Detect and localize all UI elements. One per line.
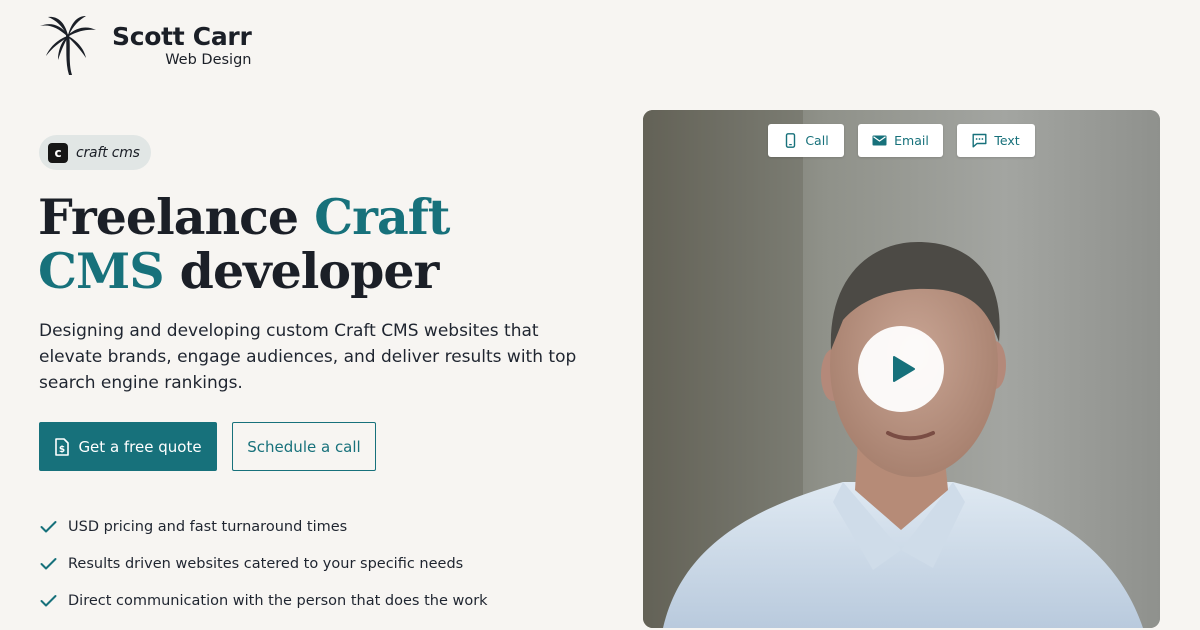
play-icon (892, 356, 915, 382)
badge-label: craft cms (76, 144, 140, 161)
headline-part1: Freelance (38, 188, 315, 246)
envelope-icon (872, 135, 887, 146)
checkmark-icon (40, 594, 57, 606)
hero-subtitle: Designing and developing custom Craft CM… (39, 321, 577, 393)
brand-name: Scott Carr (112, 22, 252, 51)
email-button[interactable]: Email (858, 124, 943, 157)
text-button[interactable]: Text (957, 124, 1035, 157)
chat-bubble-icon (972, 133, 987, 148)
call-label: Call (805, 133, 829, 148)
play-button[interactable] (858, 326, 944, 412)
dollar-document-icon: $ (55, 437, 70, 456)
list-item: USD pricing and fast turnaround times (40, 508, 488, 545)
headline-part2: developer (163, 242, 440, 300)
list-item: Results driven websites catered to your … (40, 545, 488, 582)
svg-text:$: $ (59, 445, 65, 455)
checklist-text: Direct communication with the person tha… (68, 592, 488, 609)
headline-accent2: CMS (38, 242, 165, 300)
headline-accent1: Craft (314, 188, 450, 246)
email-label: Email (894, 133, 929, 148)
schedule-call-label: Schedule a call (247, 437, 361, 456)
checklist-text: Results driven websites catered to your … (68, 555, 464, 572)
get-free-quote-button[interactable]: $ Get a free quote (39, 422, 217, 471)
site-logo[interactable]: Scott Carr Web Design (38, 14, 252, 76)
brand-tagline: Web Design (165, 52, 252, 68)
checklist-text: USD pricing and fast turnaround times (68, 518, 348, 535)
get-free-quote-label: Get a free quote (78, 437, 202, 456)
checkmark-icon (40, 557, 57, 569)
craft-cms-logo-icon: c (48, 142, 68, 163)
phone-icon (786, 133, 796, 148)
text-label: Text (994, 133, 1020, 148)
intro-video[interactable]: Call Email Text (643, 110, 1160, 628)
call-button[interactable]: Call (768, 124, 844, 157)
list-item: Direct communication with the person tha… (40, 582, 488, 619)
page-title: Freelance Craft CMS developer (38, 190, 598, 298)
schedule-call-button[interactable]: Schedule a call (232, 422, 376, 471)
checkmark-icon (40, 520, 57, 532)
craft-cms-badge: c craft cms (39, 135, 151, 170)
palm-tree-icon (40, 16, 96, 75)
feature-checklist: USD pricing and fast turnaround times Re… (40, 508, 488, 619)
